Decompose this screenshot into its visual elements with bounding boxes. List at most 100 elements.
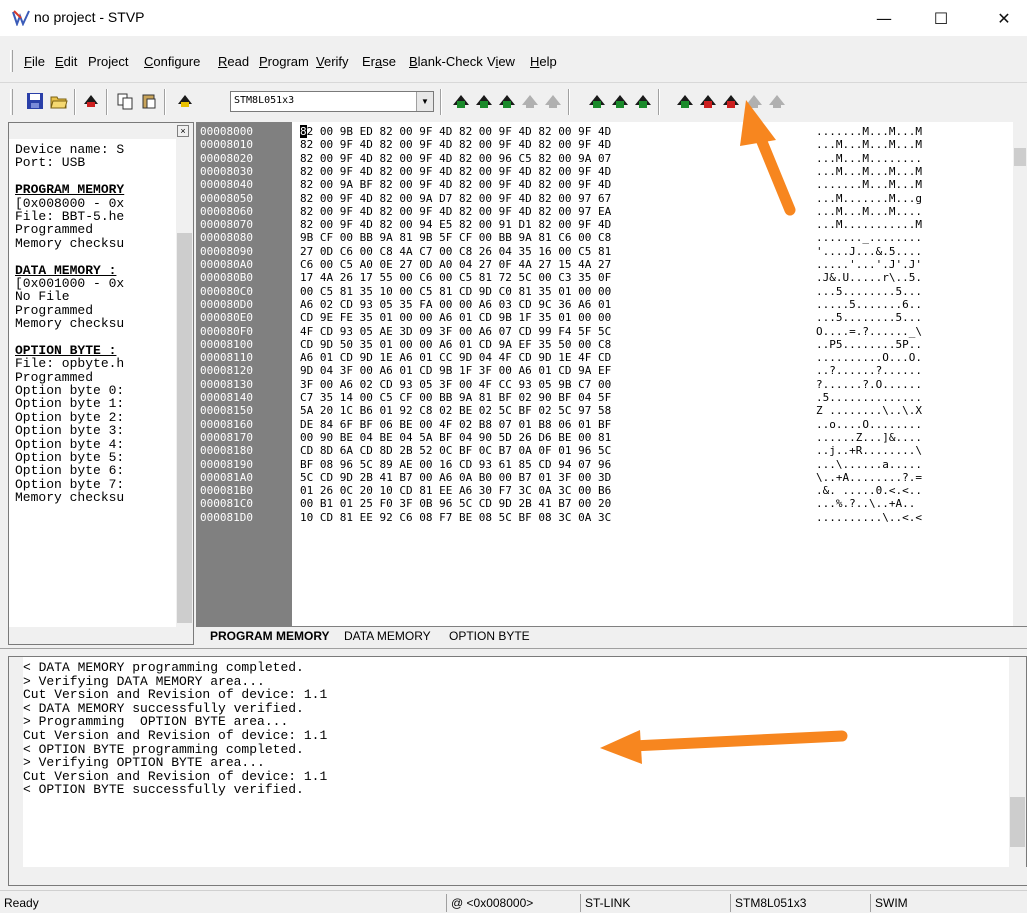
verify-icon[interactable] bbox=[676, 92, 694, 110]
program-current-icon[interactable] bbox=[611, 92, 629, 110]
info-line bbox=[15, 170, 175, 183]
hex-row-bytes[interactable]: 5C CD 9D 2B 41 B7 00 A6 0A B0 00 B7 01 3… bbox=[300, 471, 611, 484]
menu-erase[interactable]: Erase bbox=[362, 54, 396, 69]
info-panel-horizontal-scrollbar[interactable] bbox=[9, 627, 193, 644]
info-panel-header: × bbox=[9, 123, 193, 139]
hex-row-bytes[interactable]: 82 00 9F 4D 82 00 9A D7 82 00 9F 4D 82 0… bbox=[300, 192, 611, 205]
log-horizontal-scrollbar[interactable] bbox=[9, 867, 1027, 885]
hex-row-bytes[interactable]: C7 35 14 00 C5 CF 00 BB 9A 81 BF 02 90 B… bbox=[300, 392, 611, 404]
edit-cursor[interactable]: 8 bbox=[300, 125, 307, 138]
hex-row-bytes[interactable]: 00 90 BE 04 BE 04 5A BF 04 90 5D 26 D6 B… bbox=[300, 431, 611, 444]
info-panel-vertical-scrollbar[interactable] bbox=[176, 139, 193, 629]
menu-configure[interactable]: Configure bbox=[144, 54, 200, 69]
hex-row-bytes[interactable]: A6 02 CD 93 05 35 FA 00 00 A6 03 CD 9C 3… bbox=[300, 298, 611, 311]
menu-view[interactable]: View bbox=[487, 54, 515, 69]
hex-row-bytes[interactable]: 17 4A 26 17 55 00 C6 00 C5 81 72 5C 00 C… bbox=[300, 272, 611, 284]
save-icon[interactable] bbox=[26, 92, 44, 110]
hex-row-bytes[interactable]: CD 8D 6A CD 8D 2B 52 0C BF 0C B7 0A 0F 0… bbox=[300, 445, 611, 457]
hex-view-vertical-scrollbar[interactable] bbox=[1013, 122, 1027, 628]
close-button[interactable]: ✕ bbox=[981, 0, 1027, 36]
verify-disabled-icon[interactable] bbox=[745, 92, 763, 110]
program-chip-icon[interactable] bbox=[82, 92, 100, 110]
program-icon[interactable] bbox=[588, 92, 606, 110]
hex-row-bytes[interactable]: BF 08 96 5C 89 AE 00 16 CD 93 61 85 CD 9… bbox=[300, 458, 611, 471]
hex-row-bytes[interactable]: 01 26 0C 20 10 CD 81 EE A6 30 F7 3C 0A 3… bbox=[300, 485, 611, 497]
hex-row-bytes[interactable]: CD 9D 50 35 01 00 00 A6 01 CD 9A EF 35 5… bbox=[300, 338, 611, 351]
read-current-icon[interactable] bbox=[475, 92, 493, 110]
log-line: < DATA MEMORY programming completed. bbox=[23, 660, 304, 675]
menu-file[interactable]: File bbox=[24, 54, 45, 69]
hex-row-bytes[interactable]: 9D 04 3F 00 A6 01 CD 9B 1F 3F 00 A6 01 C… bbox=[300, 365, 611, 377]
verify-current-icon[interactable] bbox=[699, 92, 717, 110]
open-icon[interactable] bbox=[50, 92, 68, 110]
hex-row-bytes[interactable]: A6 01 CD 9D 1E A6 01 CC 9D 04 4F CD 9D 1… bbox=[300, 352, 611, 364]
verify-disabled2-icon[interactable] bbox=[768, 92, 786, 110]
scrollbar-thumb[interactable] bbox=[177, 233, 192, 623]
info-section-heading: DATA MEMORY : bbox=[15, 262, 117, 278]
hex-row-bytes[interactable]: 4F CD 93 05 AE 3D 09 3F 00 A6 07 CD 99 F… bbox=[300, 325, 611, 338]
device-dropdown[interactable]: STM8L051x3 ▼ bbox=[230, 91, 434, 112]
hex-row-bytes[interactable]: 82 00 9F 4D 82 00 9F 4D 82 00 9F 4D 82 0… bbox=[300, 205, 611, 218]
menu-program[interactable]: Program bbox=[259, 54, 309, 69]
copy-icon[interactable] bbox=[116, 92, 134, 110]
minimize-button[interactable]: — bbox=[861, 0, 907, 36]
close-icon[interactable]: × bbox=[177, 125, 189, 137]
hex-row-address: 000081D0 bbox=[200, 510, 253, 524]
menu-edit[interactable]: Edit bbox=[55, 54, 77, 69]
menu-verify[interactable]: Verify bbox=[316, 54, 349, 69]
chevron-down-icon[interactable]: ▼ bbox=[416, 92, 433, 111]
hex-row-bytes[interactable]: 3F 00 A6 02 CD 93 05 3F 00 4F CC 93 05 9… bbox=[300, 378, 611, 391]
log-vertical-scrollbar[interactable] bbox=[1009, 657, 1026, 867]
hex-row-address: 00008030 bbox=[200, 164, 253, 178]
menu-help[interactable]: Help bbox=[530, 54, 557, 69]
hex-row-ascii: ..?......?...... bbox=[816, 364, 922, 378]
info-line: No File bbox=[15, 289, 70, 305]
hex-row-bytes[interactable]: 82 00 9A BF 82 00 9F 4D 82 00 9F 4D 82 0… bbox=[300, 179, 611, 191]
verify-all-icon[interactable] bbox=[722, 92, 740, 110]
menu-blank-check[interactable]: Blank-Check bbox=[409, 54, 483, 69]
status-ready: Ready bbox=[4, 896, 39, 910]
hex-row-bytes[interactable]: 82 00 9B ED 82 00 9F 4D 82 00 9F 4D 82 0… bbox=[300, 125, 611, 138]
hex-row-bytes[interactable]: CD 9E FE 35 01 00 00 A6 01 CD 9B 1F 35 0… bbox=[300, 312, 611, 324]
tab-program-memory[interactable]: PROGRAM MEMORY bbox=[210, 629, 330, 643]
hex-row-bytes[interactable]: DE 84 6F BF 06 BE 00 4F 02 B8 07 01 B8 0… bbox=[300, 418, 611, 431]
hex-row-address: 000080A0 bbox=[200, 258, 253, 271]
info-line: Option byte 3: bbox=[15, 423, 125, 439]
read-disabled2-icon[interactable] bbox=[544, 92, 562, 110]
hex-row-bytes[interactable]: 82 00 9F 4D 82 00 9F 4D 82 00 9F 4D 82 0… bbox=[300, 165, 611, 178]
scrollbar-thumb[interactable] bbox=[1010, 797, 1025, 847]
menu-read[interactable]: Read bbox=[218, 54, 249, 69]
read-all-icon[interactable] bbox=[498, 92, 516, 110]
menu-grip[interactable] bbox=[10, 50, 13, 72]
hex-row-address: 00008170 bbox=[200, 430, 253, 444]
log-panel: < DATA MEMORY programming completed. > Ve… bbox=[8, 656, 1027, 886]
panel-splitter[interactable] bbox=[0, 648, 1027, 654]
menu-project[interactable]: Project bbox=[88, 54, 128, 69]
hex-row-bytes[interactable]: 82 00 9F 4D 82 00 94 E5 82 00 91 D1 82 0… bbox=[300, 219, 611, 231]
tab-option-byte[interactable]: OPTION BYTE bbox=[449, 629, 530, 643]
program-all-icon[interactable] bbox=[634, 92, 652, 110]
hex-row-bytes[interactable]: 5A 20 1C B6 01 92 C8 02 BE 02 5C BF 02 5… bbox=[300, 405, 611, 417]
tab-data-memory[interactable]: DATA MEMORY bbox=[344, 629, 431, 643]
hex-memory-view[interactable]: 00008000 82 00 9B ED 82 00 9F 4D 82 00 9F… bbox=[196, 122, 1027, 628]
hex-row-bytes[interactable]: 00 C5 81 35 10 00 C5 81 CD 9D C0 81 35 0… bbox=[300, 285, 611, 298]
hex-row-bytes[interactable]: 82 00 9F 4D 82 00 9F 4D 82 00 96 C5 82 0… bbox=[300, 152, 611, 165]
toolbar-grip[interactable] bbox=[10, 89, 13, 115]
read-disabled-icon[interactable] bbox=[521, 92, 539, 110]
hex-row-bytes[interactable]: 10 CD 81 EE 92 C6 08 F7 BE 08 5C BF 08 3… bbox=[300, 511, 611, 524]
info-line: [0x001000 - 0x bbox=[15, 275, 125, 291]
hex-row-address: 00008100 bbox=[200, 337, 253, 351]
hex-row-bytes[interactable]: 27 0D C6 00 C8 4A C7 00 C8 26 04 35 16 0… bbox=[300, 245, 611, 258]
scrollbar-thumb[interactable] bbox=[1014, 148, 1026, 166]
hex-row-bytes[interactable]: 9B CF 00 BB 9A 81 9B 5F CF 00 BB 9A 81 C… bbox=[300, 232, 611, 244]
info-line bbox=[15, 250, 175, 263]
hex-row-bytes[interactable]: 82 00 9F 4D 82 00 9F 4D 82 00 9F 4D 82 0… bbox=[300, 139, 611, 151]
device-select-icon[interactable] bbox=[176, 92, 194, 110]
hex-row-bytes[interactable]: C6 00 C5 A0 0E 27 0D A0 04 27 0F 4A 27 1… bbox=[300, 259, 611, 271]
log-panel-grip[interactable] bbox=[9, 657, 23, 867]
maximize-button[interactable]: ☐ bbox=[918, 0, 964, 36]
paste-icon[interactable] bbox=[140, 92, 158, 110]
read-icon[interactable] bbox=[452, 92, 470, 110]
hex-row-bytes[interactable]: 00 B1 01 25 F0 3F 0B 96 5C CD 9D 2B 41 B… bbox=[300, 498, 611, 510]
hex-row-ascii: .J&.U.....r\..5. bbox=[816, 271, 922, 285]
